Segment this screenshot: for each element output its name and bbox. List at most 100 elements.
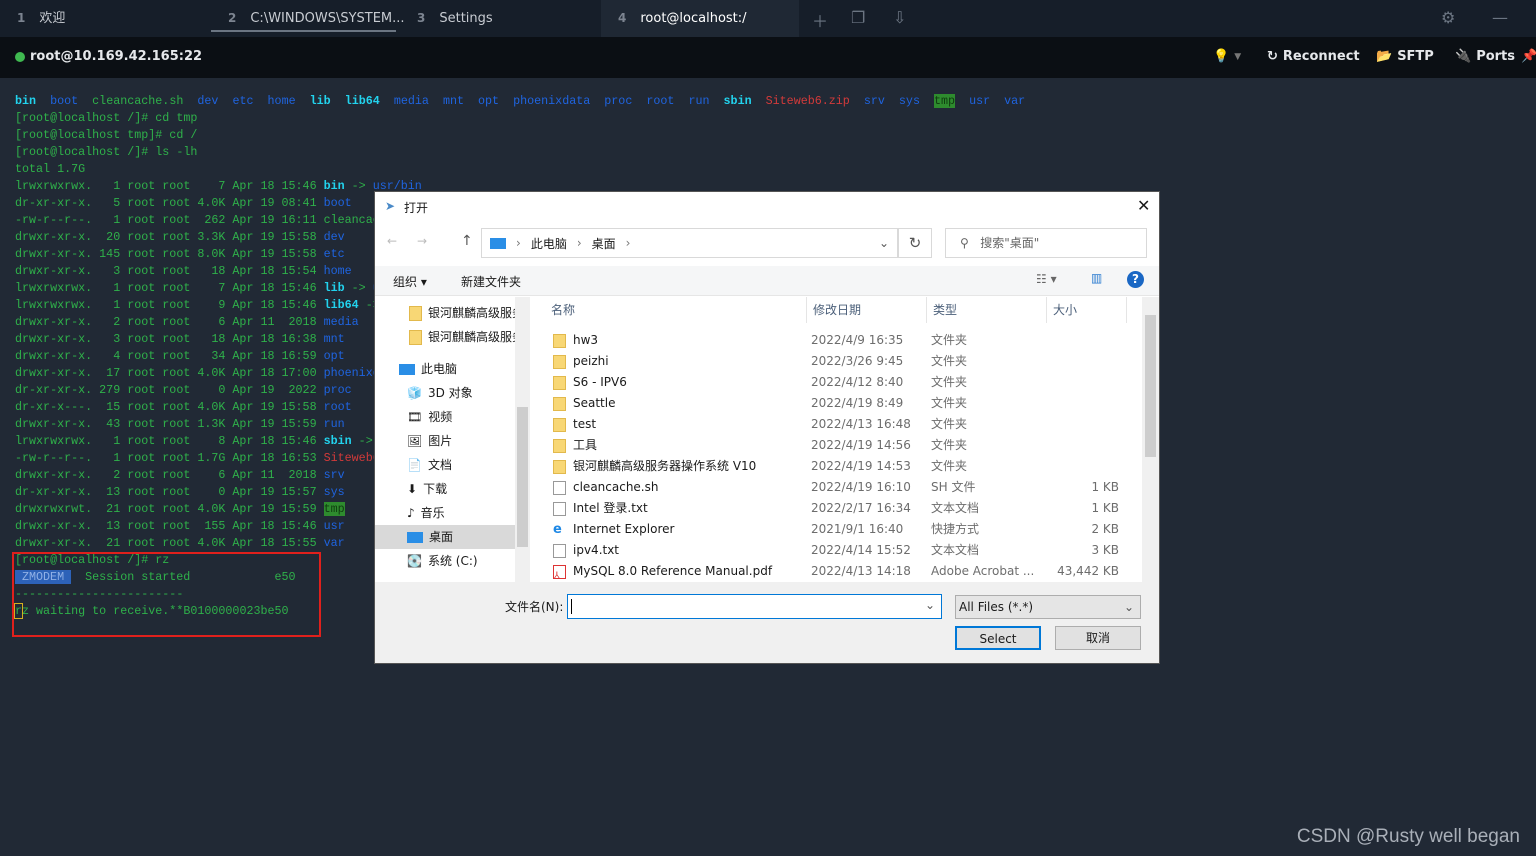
address-bar[interactable]: › 此电脑 › 桌面 › ⌄ [481, 228, 898, 258]
terminal-text: lrwxrwxrwx. 1 root root 7 Apr 18 15:46 [15, 281, 324, 295]
file-name: Internet Explorer [573, 522, 675, 536]
terminal-text: tmp [934, 94, 956, 108]
sftp-button[interactable]: 📂 SFTP [1376, 49, 1434, 64]
terminal-text: drwxr-xr-x. 17 root root 4.0K Apr 18 17:… [15, 366, 324, 380]
tab-cmd[interactable]: 2 C:\WINDOWS\SYSTEM... [211, 0, 405, 37]
nav-item-video[interactable]: 🎞 视频 [407, 405, 452, 429]
terminal-text: drwxr-xr-x. 43 root root 1.3K Apr 19 15:… [15, 417, 324, 431]
folder-icon [553, 334, 566, 348]
documents-icon: 📄 [407, 458, 422, 472]
file-row[interactable]: 银河麒麟高级服务器操作系统 V10 2022/4/19 14:53 文件夹 [553, 456, 1133, 477]
reconnect-button[interactable]: ↻ Reconnect [1267, 49, 1360, 64]
file-name: 银河麒麟高级服务器操作系统 V10 [573, 459, 757, 473]
gear-icon[interactable]: ⚙ [1441, 8, 1455, 27]
column-date[interactable]: 修改日期 [807, 297, 927, 323]
file-date: 2022/4/19 16:10 [811, 480, 911, 494]
nav-item-3d[interactable]: 🧊 3D 对象 [407, 381, 473, 405]
tab-settings[interactable]: 3 Settings [400, 0, 600, 37]
file-row[interactable]: peizhi 2022/3/26 9:45 文件夹 [553, 351, 1133, 372]
column-name[interactable]: 名称 [545, 297, 807, 323]
terminal-text: media [393, 94, 429, 108]
session-header: root@10.169.42.165:22 💡 ▼ ↻ Reconnect 📂 SFT… [0, 37, 1536, 78]
file-row[interactable]: e Internet Explorer 2021/9/1 16:40 快捷方式 2 KB [553, 519, 1133, 540]
filename-input[interactable]: ⌄ [567, 594, 942, 619]
nav-item-documents[interactable]: 📄 文档 [407, 453, 452, 477]
nav-scrollbar[interactable] [515, 297, 530, 582]
nav-item-folder[interactable]: 银河麒麟高级服务器 [409, 325, 530, 349]
pin-icon[interactable]: 📌 [1521, 49, 1536, 64]
terminal-text: dev [197, 94, 219, 108]
nav-item-music[interactable]: ♪ 音乐 [407, 501, 445, 525]
file-list-scrollbar[interactable] [1142, 297, 1159, 582]
forward-icon[interactable]: → [417, 234, 427, 248]
file-row[interactable]: hw3 2022/4/9 16:35 文件夹 [553, 330, 1133, 351]
file-row[interactable]: test 2022/4/13 16:48 文件夹 [553, 414, 1133, 435]
preview-pane-icon[interactable]: ▥ [1091, 271, 1102, 285]
new-folder-button[interactable]: 新建文件夹 [461, 273, 521, 290]
column-size[interactable]: 大小 [1047, 297, 1127, 323]
tab-bar: 1 欢迎 2 C:\WINDOWS\SYSTEM... 3 Settings 4 roo… [0, 0, 1536, 37]
breadcrumb-pc[interactable]: 此电脑 [531, 235, 567, 252]
file-row[interactable]: ⅄ MySQL 8.0 Reference Manual.pdf 2022/4/13… [553, 561, 1133, 582]
organize-button[interactable]: 组织 ▾ [393, 273, 427, 290]
up-icon[interactable]: ↑ [461, 233, 473, 249]
select-button[interactable]: Select [955, 626, 1041, 650]
terminal-text: drwxrwxrwt. 21 root root 4.0K Apr 19 15:… [15, 502, 324, 516]
file-row[interactable]: 工具 2022/4/19 14:56 文件夹 [553, 435, 1133, 456]
nav-item-drive[interactable]: 💽 系统 (C:) [407, 549, 478, 573]
nav-item-label: 下载 [423, 482, 448, 496]
refresh-button[interactable]: ↻ [898, 228, 932, 258]
terminal-text: lrwxrwxrwx. 1 root root 8 Apr 18 15:46 [15, 434, 324, 448]
chevron-down-icon[interactable]: ⌄ [879, 236, 889, 250]
file-name: test [573, 417, 597, 431]
file-row[interactable]: cleancache.sh 2022/4/19 16:10 SH 文件 1 KB [553, 477, 1133, 498]
tab-root-localhost[interactable]: 4 root@localhost:/ [601, 0, 799, 37]
file-type-select[interactable]: All Files (*.*) ⌄ [955, 595, 1141, 619]
file-date: 2022/4/19 14:56 [811, 438, 911, 452]
file-row[interactable]: ipv4.txt 2022/4/14 15:52 文本文档 3 KB [553, 540, 1133, 561]
close-icon[interactable]: ✕ [1137, 196, 1150, 215]
tab-welcome[interactable]: 1 欢迎 [0, 0, 205, 37]
search-input[interactable]: ⚲ 搜索"桌面" [945, 228, 1147, 258]
file-name: Intel 登录.txt [573, 501, 648, 515]
terminal-line: total 1.7G [15, 161, 1025, 178]
nav-item-pictures[interactable]: 🖼 图片 [407, 429, 452, 453]
terminal-text: etc [232, 94, 254, 108]
back-icon[interactable]: ← [387, 234, 397, 248]
ports-button[interactable]: 🔌 Ports [1455, 49, 1515, 64]
terminal-text: drwxr-xr-x. 20 root root 3.3K Apr 19 15:… [15, 230, 324, 244]
nav-item-pc[interactable]: 此电脑 [399, 357, 457, 381]
file-row[interactable]: Seattle 2022/4/19 8:49 文件夹 [553, 393, 1133, 414]
tab-label: Settings [439, 11, 493, 26]
window-icon[interactable]: ❐ [851, 8, 865, 27]
session-host: root@10.169.42.165:22 [30, 49, 203, 64]
file-row[interactable]: S6 - IPV6 2022/4/12 8:40 文件夹 [553, 372, 1133, 393]
new-tab-icon[interactable]: ＋ [812, 8, 828, 32]
minimize-icon[interactable]: — [1492, 8, 1508, 27]
terminal-text: [root@localhost /]# ls -lh [15, 145, 198, 159]
terminal-text: lib64 [323, 298, 359, 312]
cancel-button[interactable]: 取消 [1055, 626, 1141, 650]
nav-item-download[interactable]: ⬇ 下载 [407, 477, 447, 501]
file-name: S6 - IPV6 [573, 375, 627, 389]
view-options-icon[interactable]: ☷ ▾ [1036, 272, 1057, 286]
breadcrumb-desktop[interactable]: 桌面 [592, 235, 616, 252]
terminal-text: usr [323, 519, 345, 533]
file-row[interactable]: Intel 登录.txt 2022/2/17 16:34 文本文档 1 KB [553, 498, 1133, 519]
download-icon[interactable]: ⇩ [893, 8, 906, 27]
file-type: SH 文件 [931, 480, 976, 494]
file-size: 2 KB [1091, 522, 1119, 536]
terminal-text: lib64 [344, 94, 380, 108]
file-date: 2022/2/17 16:34 [811, 501, 911, 515]
nav-item-folder[interactable]: 银河麒麟高级服务器 [409, 301, 530, 325]
nav-item-desktop[interactable]: 桌面 [375, 525, 515, 549]
help-icon[interactable]: ? [1127, 271, 1144, 288]
column-type[interactable]: 类型 [927, 297, 1047, 323]
bulb-icon[interactable]: 💡 ▼ [1213, 49, 1241, 64]
